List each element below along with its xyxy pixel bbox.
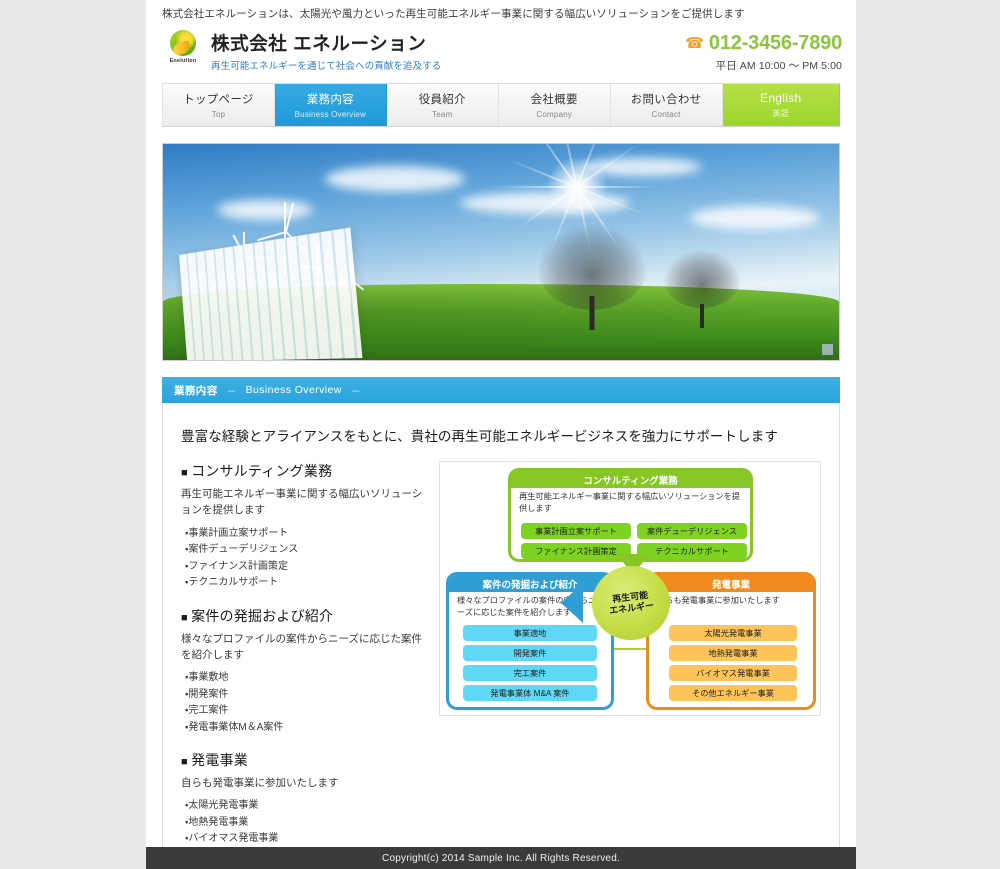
content-columns: コンサルティング業務再生可能エネルギー事業に関する幅広いソリューションを提供しま… [181,461,821,869]
diagram-chip: バイオマス発電事業 [669,665,797,681]
diagram-box-title: 案件の発掘および紹介 [449,575,611,592]
brand-text: 株式会社 エネルーション 再生可能エネルギーを通じて社会への貢献を追及する [211,29,441,72]
company-name: 株式会社 エネルーション [211,32,427,54]
service-list-item: 事業計画立案サポート [185,526,425,543]
business-hours: 平日 AM 10:00 ～ PM 5:00 [715,60,842,72]
service-list-item: ファイナンス計画策定 [185,559,425,576]
lead-paragraph: 豊富な経験とアライアンスをもとに、貴社の再生可能エネルギービジネスを強力にサポー… [181,429,778,444]
telephone-number: 012-3456-7890 [708,32,842,54]
nav-item-label-en: Contact [651,110,681,119]
diagram-box-desc: 再生可能エネルギー事業に関する幅広いソリューションを提供します [519,492,740,513]
diagram-column: コンサルティング業務 再生可能エネルギー事業に関する幅広いソリューションを提供し… [437,461,821,869]
diagram-chip: その他エネルギー事業 [669,685,797,701]
arrow-left-icon [561,583,583,623]
diagram-chip: 事業適地 [463,625,597,641]
diagram-chip: 開発案件 [463,645,597,661]
tree-shape [663,250,741,328]
section-title-bar: 業務内容 － Business Overview － [162,377,840,403]
service-description: 自らも発電事業に参加いたします [181,777,339,790]
service-list-item: 案件デューデリジェンス [185,542,425,559]
service-description: 様々なプロファイルの案件からニーズに応じた案件を紹介します [181,632,422,661]
nav-item-business-overview[interactable]: 業務内容 Business Overview [274,84,387,126]
center-stem [614,648,646,650]
telephone-line[interactable]: ☎ 012-3456-7890 [685,32,842,55]
nav-item-label-en: 英語 [772,109,789,118]
diagram-chip: 地熱発電事業 [669,645,797,661]
diagram-box-consulting: コンサルティング業務 再生可能エネルギー事業に関する幅広いソリューションを提供し… [508,468,753,562]
diagram-chip: ファイナンス計画策定 [521,543,631,559]
nav-item-英語[interactable]: English 英語 [722,84,840,126]
nav-item-label-ja: トップページ [183,94,254,106]
leaf-logo-icon [170,29,196,56]
service-list-item: 地熱発電事業 [185,815,425,832]
diagram-box-title: コンサルティング業務 [511,471,750,488]
service-list-item: 事業敷地 [185,670,425,687]
diagram-box-desc: 自らも発電事業に参加いたします [657,596,780,605]
company-slogan: 再生可能エネルギーを通じて社会への貢献を追及する [211,61,442,73]
nav-item-contact[interactable]: お問い合わせ Contact [611,84,723,126]
service-item-list: 事業敷地開発案件完工案件発電事業体M＆A案件 [185,670,425,736]
nav-item-label-ja: 会社概要 [530,94,578,106]
business-diagram: コンサルティング業務 再生可能エネルギー事業に関する幅広いソリューションを提供し… [439,461,821,716]
nav-item-label-ja: 業務内容 [306,94,354,106]
nav-item-label-en: Business Overview [294,110,367,119]
diagram-chip: テクニカルサポート [637,543,747,559]
section-dash-left: － [226,386,237,398]
nav-item-top[interactable]: トップページ Top [162,84,275,126]
nav-item-label-en: Top [211,110,226,119]
services-column: コンサルティング業務再生可能エネルギー事業に関する幅広いソリューションを提供しま… [181,461,425,869]
page-root: 株式会社エネルーションは、太陽光や風力といった再生可能エネルギー事業に関する幅広… [0,0,1000,869]
service-list-item: 太陽光発電事業 [185,798,425,815]
site-tagline: 株式会社エネルーションは、太陽光や風力といった再生可能エネルギー事業に関する幅広… [162,8,745,20]
nav-item-label-en: Company [536,110,572,119]
hero-cloud [690,206,821,230]
site-header: Enelution 株式会社 エネルーション 再生可能エネルギーを通じて社会への… [146,26,856,83]
diagram-chip: 完工案件 [463,665,597,681]
nav-item-team[interactable]: 役員紹介 Team [387,84,499,126]
service-list-item: バイオマス発電事業 [185,831,425,848]
nav-item-label-ja: お問い合わせ [630,94,702,106]
hero-banner [162,143,840,361]
nav-item-label-ja: English [760,91,802,105]
telephone-icon: ☎ [685,35,704,52]
nav-item-label-en: Team [432,110,453,119]
service-heading: 案件の発掘および紹介 [181,606,425,626]
brand-block[interactable]: Enelution 株式会社 エネルーション 再生可能エネルギーを通じて社会への… [162,29,441,72]
copyright-bar: Copyright(c) 2014 Sample Inc. All Rights… [146,847,856,869]
nav-item-company[interactable]: 会社概要 Company [499,84,611,126]
logo-wordmark: Enelution [169,57,197,64]
service-heading: コンサルティング業務 [181,461,425,481]
logo-wrap: Enelution [162,29,204,64]
diagram-chip: 案件デューデリジェンス [637,523,747,539]
section-title-en: Business Overview [245,384,342,396]
diagram-chip: 発電事業体 M&A 案件 [463,685,597,701]
section-dash-right: － [350,386,361,398]
resize-handle-icon [822,344,833,355]
diagram-box-title: 発電事業 [649,575,813,592]
service-description: 再生可能エネルギー事業に関する幅広いソリューションを提供します [181,488,423,517]
tree-shape [537,224,647,330]
nav-item-label-ja: 役員紹介 [418,94,466,106]
main-navigation: トップページ Top 業務内容 Business Overview 役員紹介 Team 会社… [162,83,840,127]
site-shell: 株式会社エネルーションは、太陽光や風力といった再生可能エネルギー事業に関する幅広… [146,0,856,869]
service-list-item: 発電事業体M＆A案件 [185,720,425,737]
content-card: 豊富な経験とアライアンスをもとに、貴社の再生可能エネルギービジネスを強力にサポー… [162,403,840,869]
service-list-item: 完工案件 [185,703,425,720]
service-heading: 発電事業 [181,750,425,770]
service-list-item: 開発案件 [185,687,425,704]
section-title-ja: 業務内容 [174,384,218,397]
service-item-list: 事業計画立案サポート案件デューデリジェンスファイナンス計画策定テクニカルサポート [185,526,425,592]
service-list-item: テクニカルサポート [185,575,425,592]
diagram-chip: 事業計画立案サポート [521,523,631,539]
diagram-box-generation: 発電事業 自らも発電事業に参加いたします 太陽光発電事業 地熱発電事業 バイオマ… [646,572,816,710]
diagram-box-sourcing: 案件の発掘および紹介 様々なプロファイルの案件の中からニーズに応じた案件を紹介し… [446,572,614,710]
hero-cloud [325,166,466,192]
diagram-chip: 太陽光発電事業 [669,625,797,641]
hero-sun-icon [506,144,647,261]
header-contact: ☎ 012-3456-7890 平日 AM 10:00 ～ PM 5:00 [685,28,842,73]
